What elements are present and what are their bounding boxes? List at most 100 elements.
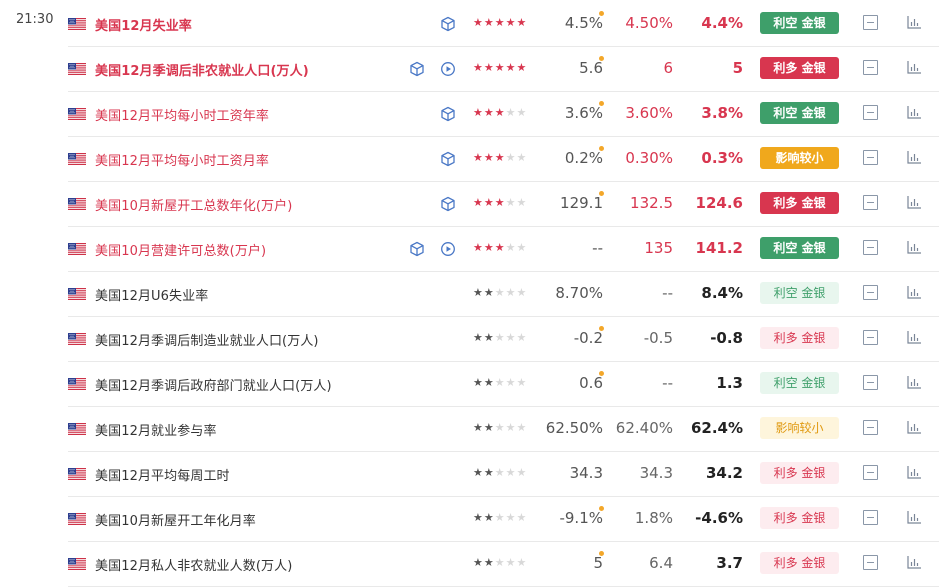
table-row[interactable]: 美国12月平均每小时工资月率 ★★★★★ 0.2% 0.30% 0.3% 影响较小 xyxy=(68,136,939,182)
indicator-name[interactable]: 美国12月平均每小时工资年率 xyxy=(95,105,269,124)
indicator-name[interactable]: 美国12月U6失业率 xyxy=(95,285,208,304)
star-empty-icon: ★ xyxy=(494,421,506,434)
star-filled-icon: ★ xyxy=(473,511,484,524)
star-filled-icon: ★ xyxy=(483,241,495,254)
importance-stars: ★★★★★ xyxy=(473,106,527,119)
cube-icon[interactable] xyxy=(440,151,456,167)
star-filled-icon: ★ xyxy=(483,196,495,209)
star-filled-icon: ★ xyxy=(494,241,506,254)
impact-badge: 利空 金银 xyxy=(760,12,839,34)
star-filled-icon: ★ xyxy=(483,331,495,344)
cube-icon[interactable] xyxy=(440,106,456,122)
chart-icon[interactable] xyxy=(907,510,922,524)
cube-icon[interactable] xyxy=(409,241,425,257)
collapse-icon[interactable] xyxy=(863,60,878,75)
importance-stars: ★★★★★ xyxy=(473,376,527,389)
us-flag-icon xyxy=(68,198,86,210)
chart-icon[interactable] xyxy=(907,375,922,389)
chart-icon[interactable] xyxy=(907,195,922,209)
star-empty-icon: ★ xyxy=(505,241,517,254)
star-empty-icon: ★ xyxy=(516,106,528,119)
chart-icon[interactable] xyxy=(907,150,922,164)
actual-value: -4.6% xyxy=(695,509,743,527)
table-row[interactable]: 美国12月失业率 ★★★★★ 4.5% 4.50% 4.4% 利空 金银 xyxy=(68,1,939,47)
chart-icon[interactable] xyxy=(907,330,922,344)
actual-value: 3.8% xyxy=(701,104,743,122)
star-filled-icon: ★ xyxy=(473,331,484,344)
star-filled-icon: ★ xyxy=(483,511,495,524)
table-row[interactable]: 美国10月新屋开工年化月率 ★★★★★ -9.1% 1.8% -4.6% 利多 金银 xyxy=(68,496,939,542)
collapse-icon[interactable] xyxy=(863,330,878,345)
chart-icon[interactable] xyxy=(907,555,922,569)
star-empty-icon: ★ xyxy=(494,331,506,344)
star-filled-icon: ★ xyxy=(483,466,495,479)
indicator-name[interactable]: 美国12月平均每周工时 xyxy=(95,465,230,484)
table-row[interactable]: 美国12月季调后非农就业人口(万人) ★★★★★ 5.6 6 5 利多 金银 xyxy=(68,46,939,92)
indicator-name[interactable]: 美国10月新屋开工总数年化(万户) xyxy=(95,195,292,214)
chart-icon[interactable] xyxy=(907,465,922,479)
play-icon[interactable] xyxy=(440,61,456,77)
star-empty-icon: ★ xyxy=(505,331,517,344)
star-empty-icon: ★ xyxy=(516,196,528,209)
indicator-name[interactable]: 美国10月营建许可总数(万户) xyxy=(95,240,266,259)
indicator-name[interactable]: 美国12月就业参与率 xyxy=(95,420,217,439)
table-row[interactable]: 美国12月季调后制造业就业人口(万人) ★★★★★ -0.2 -0.5 -0.8 利多 金… xyxy=(68,316,939,362)
table-row[interactable]: 美国12月U6失业率 ★★★★★ 8.70% -- 8.4% 利空 金银 xyxy=(68,271,939,317)
cube-icon[interactable] xyxy=(409,61,425,77)
table-row[interactable]: 美国10月新屋开工总数年化(万户) ★★★★★ 129.1 132.5 124.6 利多 … xyxy=(68,181,939,227)
collapse-icon[interactable] xyxy=(863,105,878,120)
star-empty-icon: ★ xyxy=(505,106,517,119)
indicator-name[interactable]: 美国12月平均每小时工资月率 xyxy=(95,150,269,169)
cube-icon[interactable] xyxy=(440,196,456,212)
table-row[interactable]: 美国12月就业参与率 ★★★★★ 62.50% 62.40% 62.4% 影响较小 xyxy=(68,406,939,452)
collapse-icon[interactable] xyxy=(863,15,878,30)
forecast-value: 6 xyxy=(663,59,673,77)
collapse-icon[interactable] xyxy=(863,555,878,570)
star-filled-icon: ★ xyxy=(483,286,495,299)
us-flag-icon xyxy=(68,378,86,390)
table-row[interactable]: 美国12月平均每小时工资年率 ★★★★★ 3.6% 3.60% 3.8% 利空 金银 xyxy=(68,91,939,137)
indicator-name[interactable]: 美国12月季调后非农就业人口(万人) xyxy=(95,60,309,79)
chart-icon[interactable] xyxy=(907,285,922,299)
chart-icon[interactable] xyxy=(907,240,922,254)
cube-icon[interactable] xyxy=(440,16,456,32)
indicator-name[interactable]: 美国12月季调后制造业就业人口(万人) xyxy=(95,330,319,349)
collapse-icon[interactable] xyxy=(863,240,878,255)
indicator-name[interactable]: 美国12月私人非农就业人数(万人) xyxy=(95,555,292,574)
actual-value: 3.7 xyxy=(716,554,743,572)
collapse-icon[interactable] xyxy=(863,375,878,390)
collapse-icon[interactable] xyxy=(863,150,878,165)
previous-value: 62.50% xyxy=(545,419,603,437)
indicator-name[interactable]: 美国12月季调后政府部门就业人口(万人) xyxy=(95,375,332,394)
table-row[interactable]: 美国12月季调后政府部门就业人口(万人) ★★★★★ 0.6 -- 1.3 利空 金银 xyxy=(68,361,939,407)
forecast-value: 0.30% xyxy=(625,149,673,167)
impact-badge: 利空 金银 xyxy=(760,282,839,304)
revised-dot-icon xyxy=(599,191,604,196)
collapse-icon[interactable] xyxy=(863,465,878,480)
collapse-icon[interactable] xyxy=(863,195,878,210)
collapse-icon[interactable] xyxy=(863,510,878,525)
star-filled-icon: ★ xyxy=(516,16,528,29)
chart-icon[interactable] xyxy=(907,105,922,119)
table-row[interactable]: 美国12月私人非农就业人数(万人) ★★★★★ 5 6.4 3.7 利多 金银 xyxy=(68,541,939,587)
table-row[interactable]: 美国12月平均每周工时 ★★★★★ 34.3 34.3 34.2 利多 金银 xyxy=(68,451,939,497)
collapse-icon[interactable] xyxy=(863,420,878,435)
us-flag-icon xyxy=(68,558,86,570)
indicator-name[interactable]: 美国10月新屋开工年化月率 xyxy=(95,510,256,529)
importance-stars: ★★★★★ xyxy=(473,511,527,524)
importance-stars: ★★★★★ xyxy=(473,466,527,479)
chart-icon[interactable] xyxy=(907,60,922,74)
star-filled-icon: ★ xyxy=(483,106,495,119)
us-flag-icon xyxy=(68,108,86,120)
play-icon[interactable] xyxy=(440,241,456,257)
star-empty-icon: ★ xyxy=(494,511,506,524)
table-row[interactable]: 美国10月营建许可总数(万户) ★★★★★ -- 135 141.2 利空 金银 xyxy=(68,226,939,272)
impact-badge: 利空 金银 xyxy=(760,237,839,259)
forecast-value: 3.60% xyxy=(625,104,673,122)
chart-icon[interactable] xyxy=(907,420,922,434)
chart-icon[interactable] xyxy=(907,15,922,29)
collapse-icon[interactable] xyxy=(863,285,878,300)
indicator-name[interactable]: 美国12月失业率 xyxy=(95,15,192,34)
star-filled-icon: ★ xyxy=(494,106,506,119)
star-empty-icon: ★ xyxy=(505,511,517,524)
